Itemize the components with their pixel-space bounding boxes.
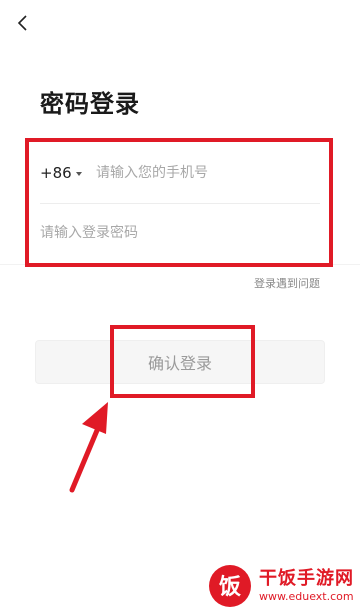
field-divider	[40, 203, 320, 204]
page-title: 密码登录	[40, 90, 140, 118]
red-arrow-up-icon	[69, 402, 108, 493]
chevron-left-icon	[17, 15, 27, 31]
watermark-title: 干饭手游网	[259, 568, 354, 589]
watermark-url: www.eduext.com	[259, 590, 354, 603]
confirm-login-button[interactable]: 确认登录	[35, 340, 325, 384]
back-button[interactable]	[8, 8, 38, 38]
country-code-selector[interactable]: +86	[40, 163, 82, 183]
watermark: 饭 干饭手游网 www.eduext.com	[207, 563, 354, 609]
password-input[interactable]	[40, 222, 310, 244]
watermark-logo-char: 饭	[219, 574, 241, 600]
caret-down-icon	[75, 172, 82, 176]
field-divider	[0, 264, 360, 265]
phone-input[interactable]	[96, 162, 316, 184]
watermark-logo: 饭	[209, 565, 251, 607]
login-help-link[interactable]: 登录遇到问题	[254, 275, 320, 291]
country-code-label: +86	[40, 164, 72, 182]
